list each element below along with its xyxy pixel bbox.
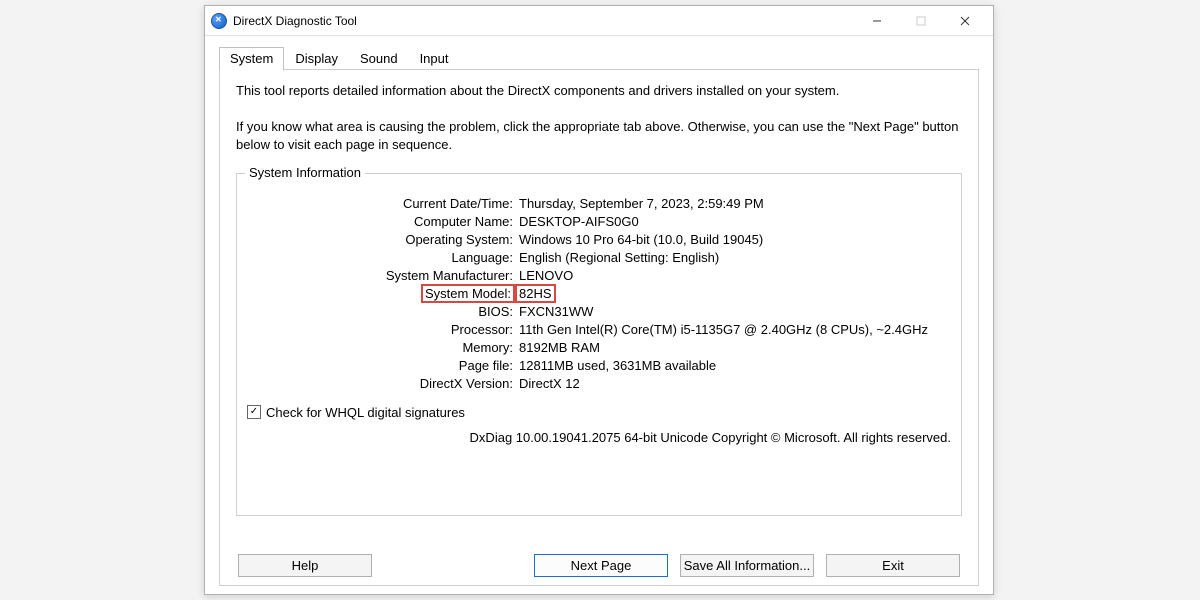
info-value: 12811MB used, 3631MB available (519, 358, 951, 373)
info-value: 8192MB RAM (519, 340, 951, 355)
maximize-button[interactable] (899, 6, 943, 36)
tab-system[interactable]: System (219, 47, 284, 71)
info-label: Computer Name: (247, 214, 519, 229)
tab-input[interactable]: Input (409, 47, 460, 70)
info-label: Language: (247, 250, 519, 265)
buttons-row: Help Next Page Save All Information... E… (236, 554, 962, 577)
exit-button[interactable]: Exit (826, 554, 960, 577)
window-title: DirectX Diagnostic Tool (233, 14, 357, 28)
system-info-legend: System Information (245, 165, 365, 180)
save-all-button[interactable]: Save All Information... (680, 554, 814, 577)
info-value: DESKTOP-AIFS0G0 (519, 214, 951, 229)
minimize-button[interactable] (855, 6, 899, 36)
info-label: DirectX Version: (247, 376, 519, 391)
info-label: Processor: (247, 322, 519, 337)
tabs: System Display Sound Input (219, 47, 979, 70)
info-value: 11th Gen Intel(R) Core(TM) i5-1135G7 @ 2… (519, 322, 951, 337)
info-label: Operating System: (247, 232, 519, 247)
tab-sound[interactable]: Sound (349, 47, 409, 70)
help-button[interactable]: Help (238, 554, 372, 577)
info-label: Memory: (247, 340, 519, 355)
system-info-fieldset: System Information Current Date/Time: Th… (236, 173, 962, 516)
info-label-system-model: System Model: (247, 286, 519, 301)
tab-panel: This tool reports detailed information a… (219, 69, 979, 586)
intro-line2: If you know what area is causing the pro… (236, 118, 962, 154)
info-value: DirectX 12 (519, 376, 951, 391)
content-area: System Display Sound Input This tool rep… (205, 36, 993, 594)
info-value: FXCN31WW (519, 304, 951, 319)
intro-line1: This tool reports detailed information a… (236, 82, 962, 100)
info-value: LENOVO (519, 268, 951, 283)
info-label: Page file: (247, 358, 519, 373)
info-label: BIOS: (247, 304, 519, 319)
app-icon (211, 13, 227, 29)
whql-label: Check for WHQL digital signatures (266, 405, 465, 420)
titlebar: DirectX Diagnostic Tool (205, 6, 993, 36)
info-label: Current Date/Time: (247, 196, 519, 211)
footer-text: DxDiag 10.00.19041.2075 64-bit Unicode C… (247, 430, 951, 445)
intro-text: This tool reports detailed information a… (236, 82, 962, 155)
info-label: System Manufacturer: (247, 268, 519, 283)
close-button[interactable] (943, 6, 987, 36)
tab-display[interactable]: Display (284, 47, 349, 70)
info-value: Windows 10 Pro 64-bit (10.0, Build 19045… (519, 232, 951, 247)
dxdiag-window: DirectX Diagnostic Tool System Display S… (204, 5, 994, 595)
whql-row: ✓ Check for WHQL digital signatures (247, 405, 951, 420)
whql-checkbox[interactable]: ✓ (247, 405, 261, 419)
system-info-table: Current Date/Time: Thursday, September 7… (247, 196, 951, 391)
info-value: Thursday, September 7, 2023, 2:59:49 PM (519, 196, 951, 211)
info-value: English (Regional Setting: English) (519, 250, 951, 265)
next-page-button[interactable]: Next Page (534, 554, 668, 577)
info-value-system-model: 82HS (519, 286, 951, 301)
